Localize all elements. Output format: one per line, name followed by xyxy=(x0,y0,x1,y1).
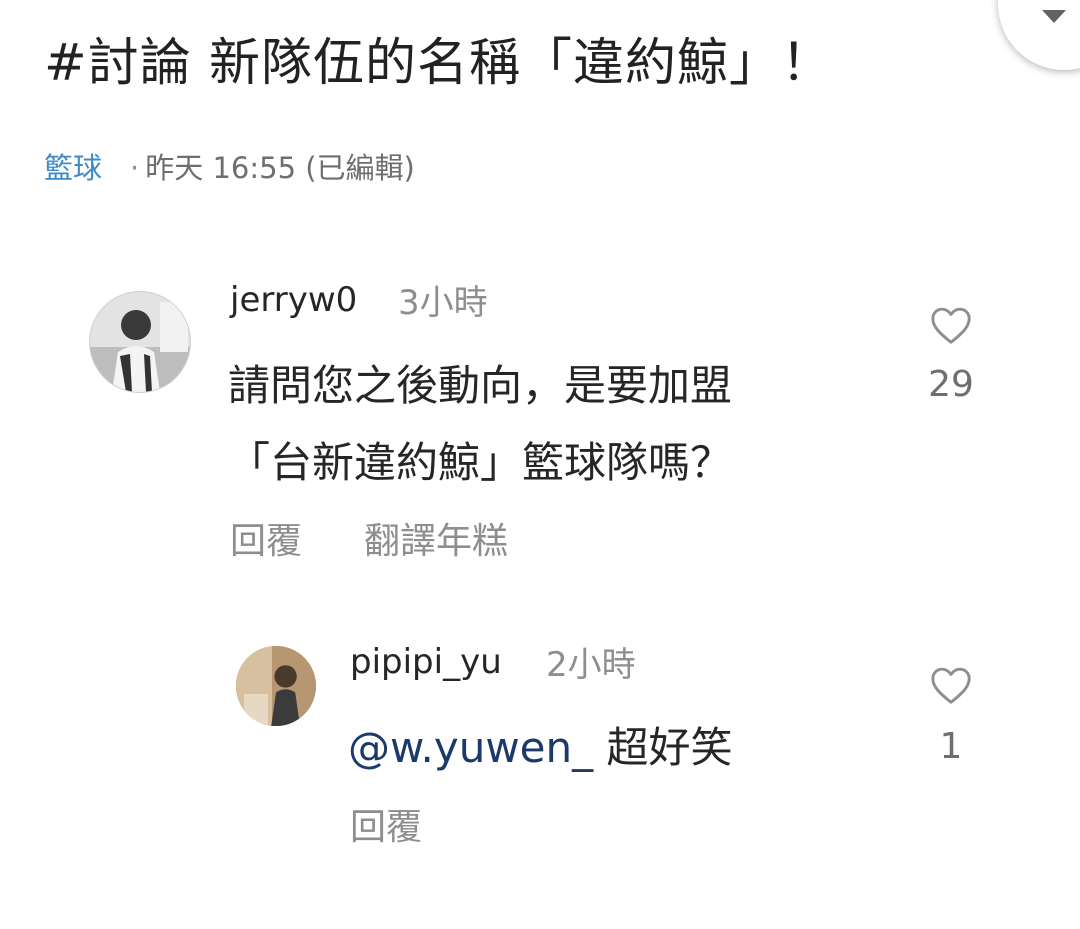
board-link[interactable]: 籃球 xyxy=(44,151,102,185)
comment-text-line-1: 請問您之後動向，是要加盟 xyxy=(228,361,733,410)
heart-icon[interactable] xyxy=(929,665,973,705)
comment-username[interactable]: pipipi_yu xyxy=(350,640,502,684)
mention-link[interactable]: @w.yuwen_ xyxy=(348,723,593,772)
avatar[interactable] xyxy=(236,646,316,726)
comment-time: 3小時 xyxy=(398,283,488,323)
post-timestamp: 昨天 16:55 (已編輯) xyxy=(145,151,415,185)
avatar[interactable] xyxy=(89,291,191,393)
comment-username[interactable]: jerryw0 xyxy=(230,278,357,322)
chevron-down-icon xyxy=(1042,10,1066,23)
post-title: #討論 新隊伍的名稱「違約鯨」！ xyxy=(44,34,833,93)
comment-text-line-2: 「台新違約鯨」籃球隊嗎？ xyxy=(228,438,733,487)
comment-text: @w.yuwen_ 超好笑 xyxy=(348,712,733,784)
reply-button[interactable]: 回覆 xyxy=(350,804,422,852)
meta-separator: · xyxy=(130,151,140,185)
reply-button[interactable]: 回覆 xyxy=(230,518,302,566)
like-count: 1 xyxy=(939,726,963,767)
comment-text-body: 超好笑 xyxy=(593,723,733,772)
collapse-button[interactable] xyxy=(998,0,1080,70)
post-meta: 籃球 · 昨天 16:55 (已編輯) xyxy=(44,146,415,190)
avatar-photo xyxy=(236,646,316,726)
like-count: 29 xyxy=(928,364,974,405)
comment-time: 2小時 xyxy=(546,645,636,685)
translate-button[interactable]: 翻譯年糕 xyxy=(364,518,508,566)
avatar-photo xyxy=(90,292,190,392)
heart-icon[interactable] xyxy=(929,305,973,345)
